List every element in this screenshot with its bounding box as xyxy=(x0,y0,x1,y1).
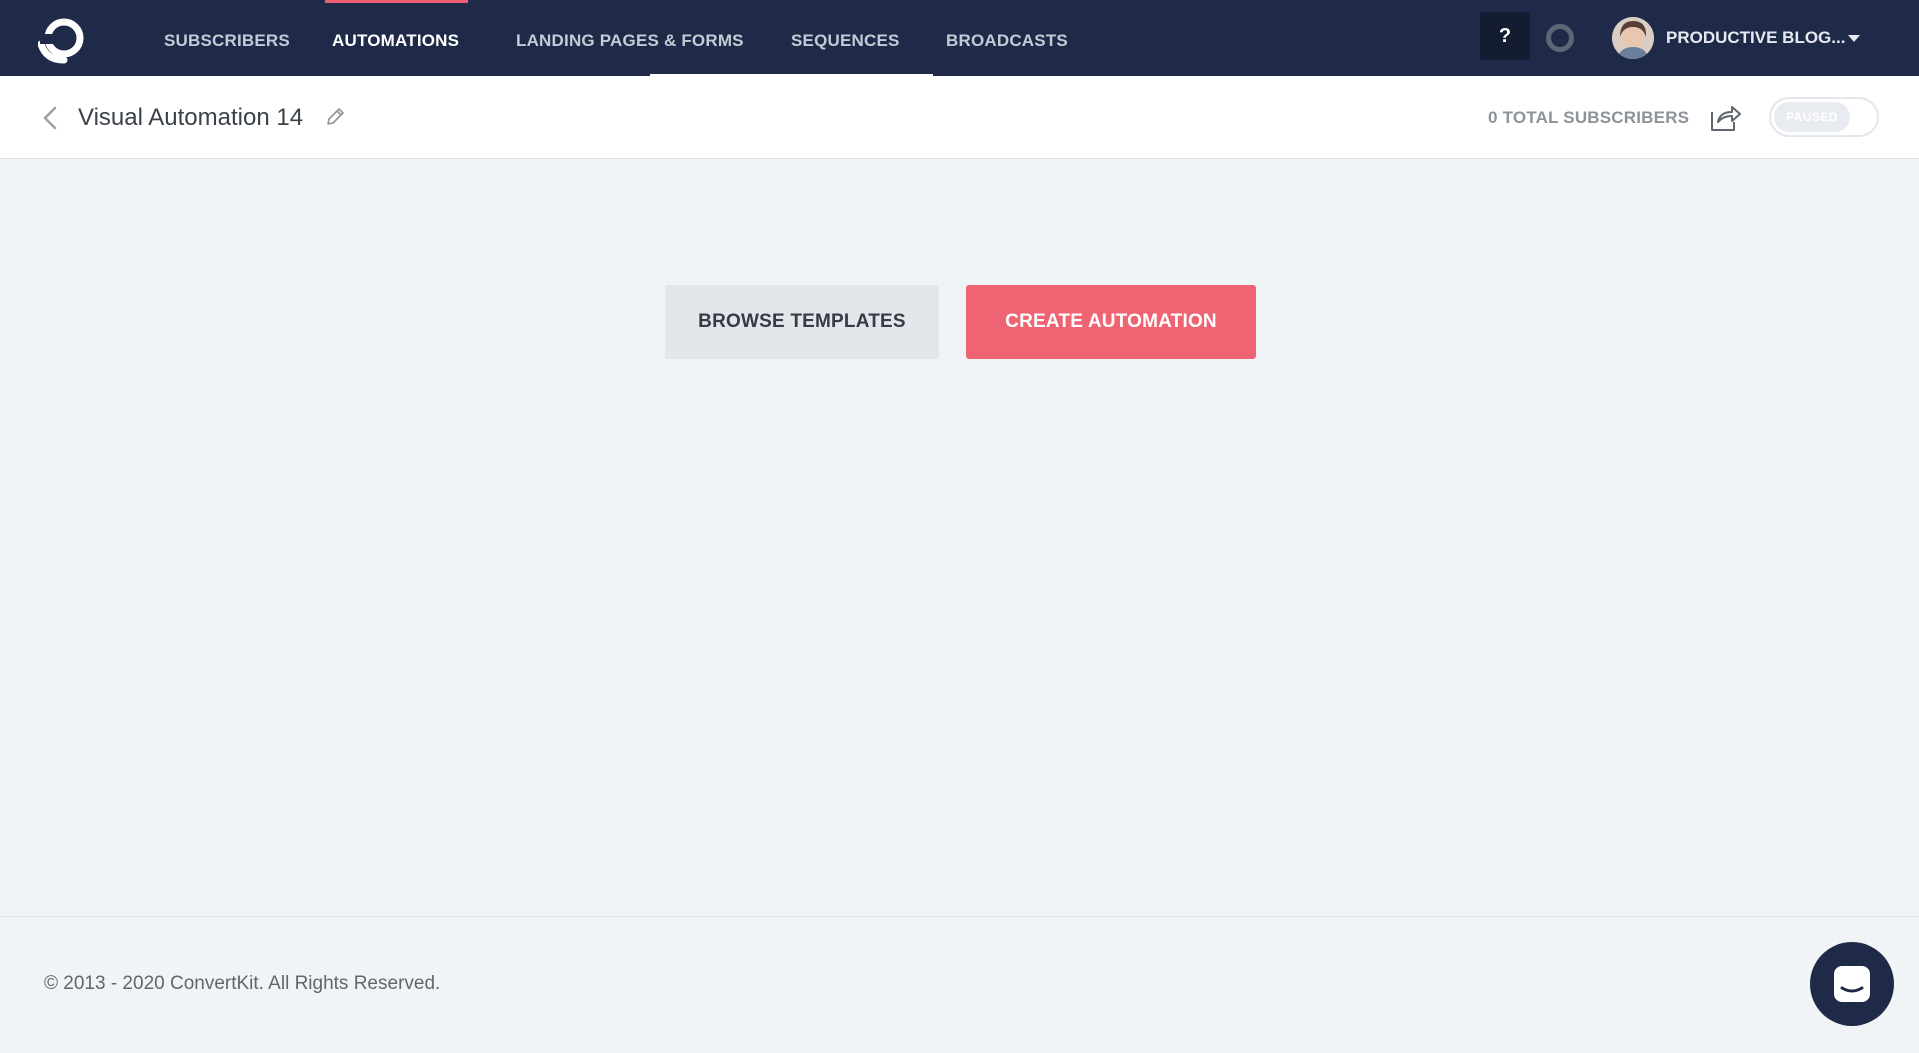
total-subscribers-count: 0 TOTAL SUBSCRIBERS xyxy=(1488,108,1690,127)
browse-templates-button[interactable]: BROWSE TEMPLATES xyxy=(665,285,939,359)
nav-item-landing-pages-forms[interactable]: LANDING PAGES & FORMS xyxy=(516,0,744,76)
help-button[interactable]: ? xyxy=(1480,12,1530,60)
nav-item-sequences[interactable]: SEQUENCES xyxy=(791,0,900,76)
back-arrow-icon[interactable] xyxy=(40,104,60,132)
help-icon: ? xyxy=(1498,25,1512,47)
share-icon[interactable] xyxy=(1708,100,1742,134)
nav-item-subscribers[interactable]: SUBSCRIBERS xyxy=(164,0,290,76)
convertkit-logo-icon[interactable] xyxy=(37,14,88,64)
account-name[interactable]: PRODUCTIVE BLOG... xyxy=(1666,0,1845,76)
status-toggle-label: PAUSED xyxy=(1774,102,1850,132)
top-navigation-bar: SUBSCRIBERS AUTOMATIONS LANDING PAGES & … xyxy=(0,0,1919,76)
automation-header: Visual Automation 14 0 TOTAL SUBSCRIBERS… xyxy=(0,76,1919,159)
caret-down-icon[interactable] xyxy=(1848,35,1860,42)
nav-item-automations[interactable]: AUTOMATIONS xyxy=(332,0,459,76)
status-toggle[interactable]: PAUSED xyxy=(1769,97,1879,137)
chat-launcher-button[interactable] xyxy=(1810,942,1894,1026)
footer-divider xyxy=(0,916,1919,917)
page-title: Visual Automation 14 xyxy=(78,104,304,131)
status-ring-icon[interactable] xyxy=(1546,24,1574,52)
chat-icon xyxy=(1834,966,1870,1002)
footer-copyright: © 2013 - 2020 ConvertKit. All Rights Res… xyxy=(44,973,441,994)
create-automation-button[interactable]: CREATE AUTOMATION xyxy=(966,285,1256,359)
nav-item-broadcasts[interactable]: BROADCASTS xyxy=(946,0,1068,76)
pencil-icon[interactable] xyxy=(324,106,346,128)
avatar[interactable] xyxy=(1612,17,1654,59)
